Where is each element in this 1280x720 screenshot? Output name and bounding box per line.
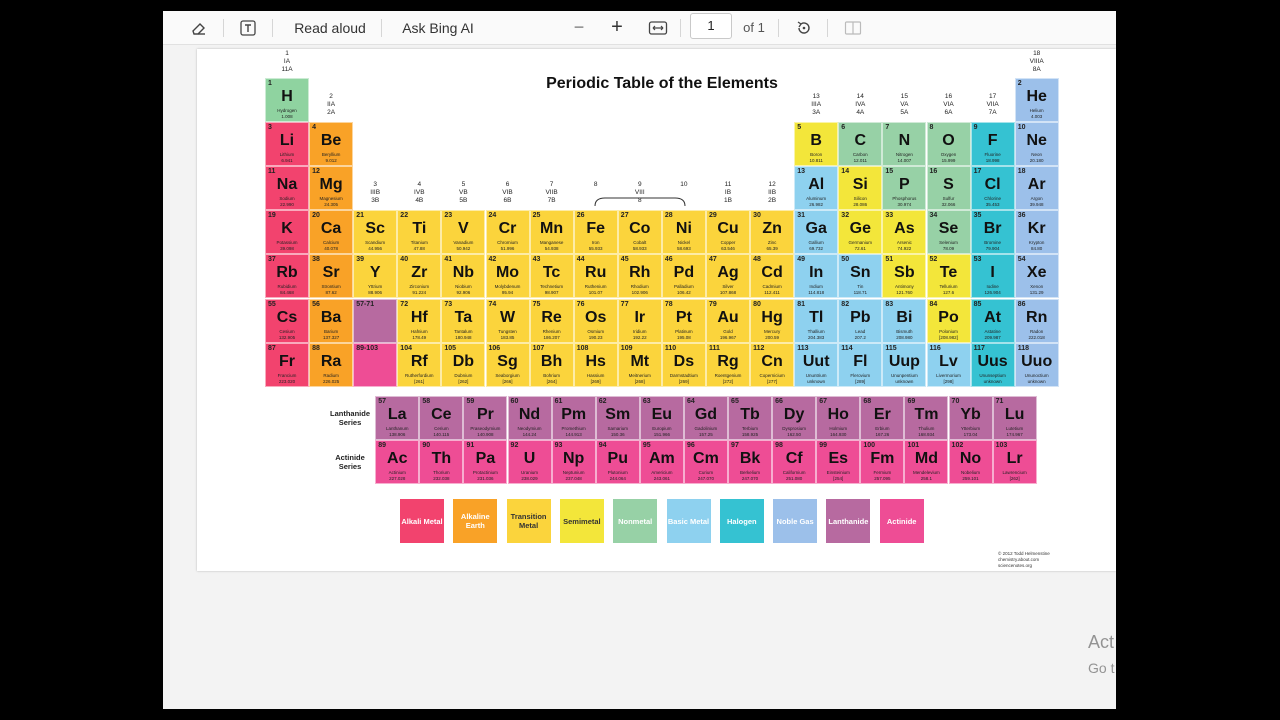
page-total-label: of 1 [743,20,765,35]
zoom-out-icon[interactable]: − [567,11,591,44]
toolbar-divider [223,19,224,37]
two-page-view-icon[interactable] [841,11,865,44]
ask-bing-button[interactable]: Ask Bing AI [395,11,481,44]
legend-item-noble: Noble Gas [773,499,818,543]
rotate-icon[interactable] [792,11,816,44]
copyright-note: © 2012 Todd Helmenstine chemistry.about.… [998,551,1050,568]
activate-windows-watermark: Act [1088,632,1115,652]
pdf-toolbar: Read aloud Ask Bing AI − + 1 of 1 [163,11,1116,45]
legend-item-post: Basic Metal [666,499,711,543]
toolbar-divider [827,19,828,37]
legend-item-metalloid: Semimetal [559,499,604,543]
zoom-in-icon[interactable]: + [605,11,629,44]
text-box-icon[interactable] [236,11,260,44]
toolbar-divider [272,19,273,37]
category-legend: Alkali Metal Alkaline Earth Transition Met… [197,49,1116,571]
group-8-10-bracket [594,197,686,207]
activate-windows-watermark-sub: Go t [1088,660,1115,676]
eraser-icon[interactable] [187,11,211,44]
legend-item-actinide: Actinide [879,499,924,543]
toolbar-divider [680,19,681,37]
legend-item-transition: Transition Metal [506,499,551,543]
legend-item-lanthanide: Lanthanide [826,499,871,543]
toolbar-divider [381,19,382,37]
legend-item-alkali: Alkali Metal [400,499,444,543]
read-aloud-button[interactable]: Read aloud [285,11,375,44]
legend-item-alkaline: Alkaline Earth [453,499,498,543]
pdf-page: Periodic Table of the Elements 1 H Hydroge… [197,49,1116,571]
pdf-viewer: Read aloud Ask Bing AI − + 1 of 1 Period… [163,11,1116,709]
fit-width-icon[interactable] [646,11,670,44]
toolbar-divider [778,19,779,37]
legend-item-halogen: Halogen [719,499,764,543]
page-number-input[interactable]: 1 [690,13,732,39]
legend-item-nonmetal: Nonmetal [613,499,658,543]
